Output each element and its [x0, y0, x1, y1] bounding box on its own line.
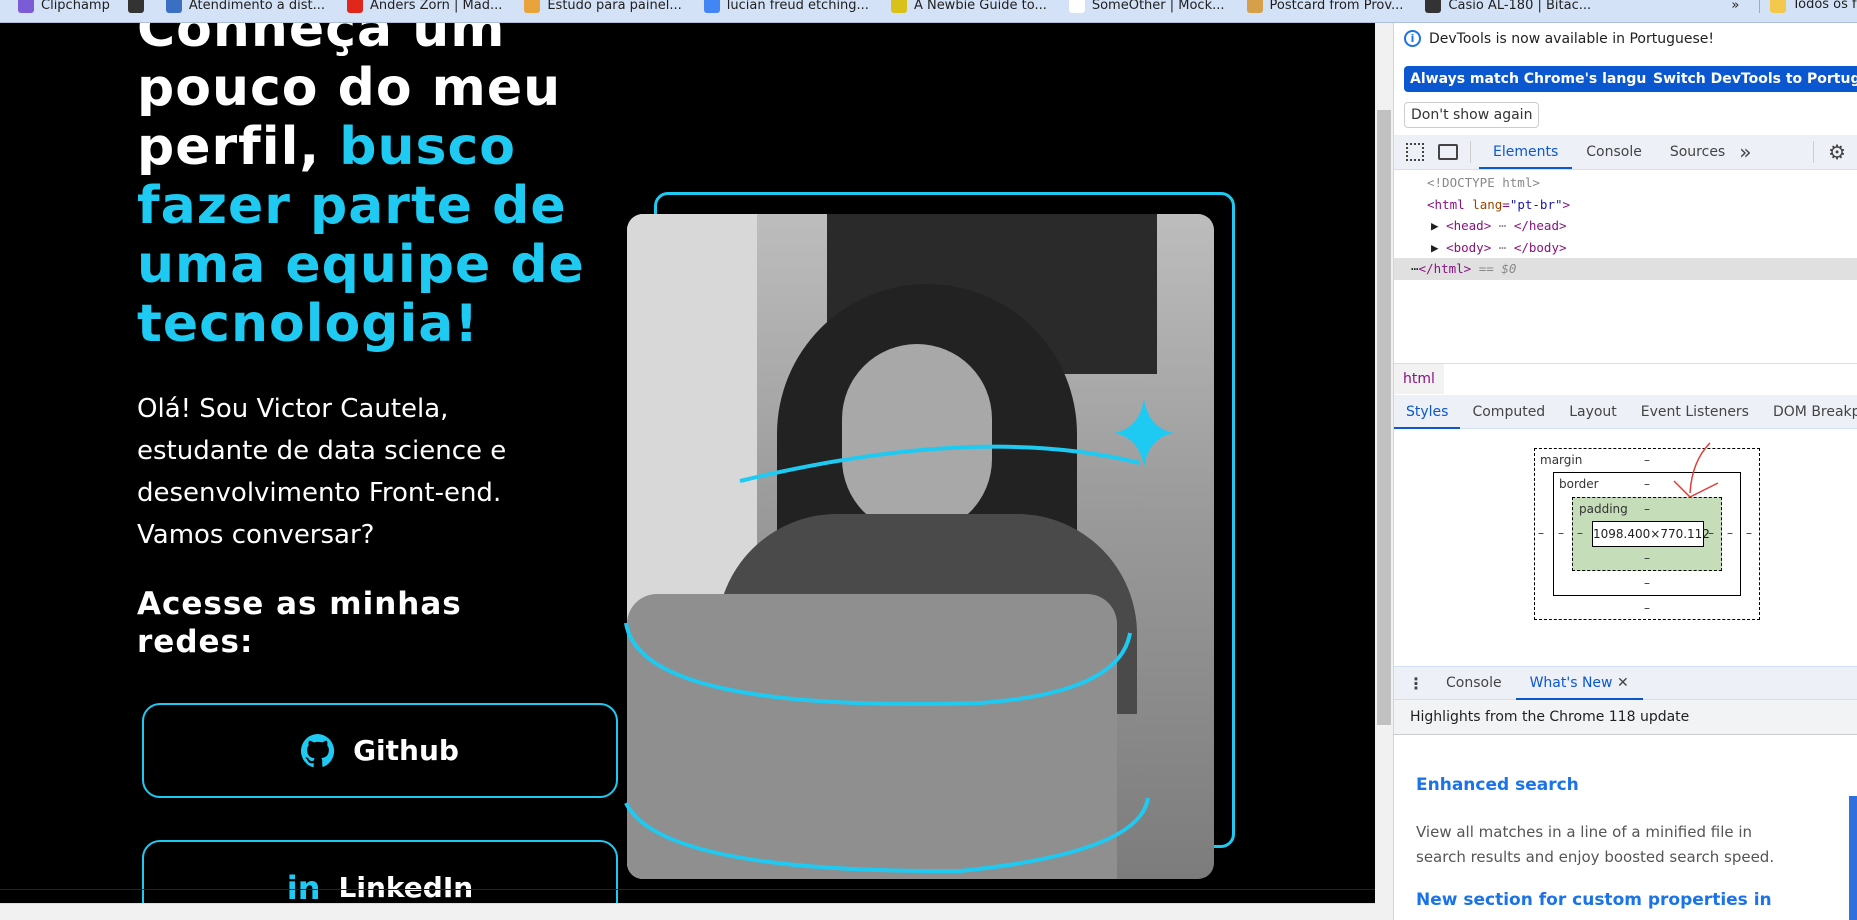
heading-highlight: busco [339, 117, 517, 177]
heading-highlight: fazer parte de [137, 176, 567, 236]
heading-highlight: tecnologia! [137, 294, 480, 354]
drawer-tab-whats-new[interactable]: What's New ✕ [1515, 666, 1643, 700]
red-arrow-annotation [1673, 442, 1719, 498]
box-model-content-size[interactable]: 1098.400×770.112 [1592, 521, 1710, 547]
tab-styles[interactable]: Styles [1394, 395, 1461, 429]
padding-label: padding [1579, 502, 1628, 516]
drawer-menu-icon[interactable]: ⋮ [1408, 674, 1424, 693]
bookmark-item[interactable]: Casio AL-180 | Bitac... [1425, 0, 1591, 13]
dom-doctype: <!DOCTYPE html> [1427, 175, 1540, 190]
device-toolbar-icon[interactable] [1438, 144, 1458, 160]
margin-left-value: – [1538, 526, 1544, 540]
bookmark-item[interactable]: Atendimento a dist... [165, 0, 325, 13]
bookmark-favicon-icon [127, 0, 144, 13]
bookmark-item[interactable]: Estudo para painel... [524, 0, 682, 13]
bookmark-favicon-icon [1246, 0, 1263, 13]
heading-line: pouco do meu [137, 58, 562, 118]
bookmark-favicon-icon [165, 0, 182, 13]
border-label: border [1559, 477, 1599, 491]
tab-layout[interactable]: Layout [1557, 395, 1629, 429]
bookmark-item[interactable]: Clipchamp [18, 0, 110, 13]
margin-label: margin [1540, 453, 1583, 467]
highlights-header: Highlights from the Chrome 118 update [1394, 700, 1857, 735]
tab-sources[interactable]: Sources [1656, 135, 1739, 169]
breadcrumb-html[interactable]: html [1394, 364, 1444, 394]
heading-highlight: uma equipe de [137, 235, 585, 295]
info-icon: i [1404, 30, 1421, 47]
drawer-tab-console[interactable]: Console [1432, 666, 1516, 700]
devtools-panel: i DevTools is now available in Portugues… [1393, 23, 1857, 920]
bookmark-item[interactable] [127, 0, 144, 13]
dom-node-html[interactable]: <html lang="pt-br"> [1394, 194, 1857, 216]
bookmark-item[interactable]: A Newbie Guide to... [890, 0, 1047, 13]
linkedin-icon: in [286, 868, 321, 904]
github-label: Github [353, 734, 459, 767]
bookmark-favicon-icon [524, 0, 541, 13]
margin-bottom-value: – [1644, 601, 1650, 615]
tab-console[interactable]: Console [1572, 135, 1656, 169]
border-top-value: – [1644, 477, 1650, 491]
padding-right-value: – [1708, 526, 1714, 540]
bookmark-favicon-icon [347, 0, 364, 13]
bookmark-item[interactable]: Anders Zorn | Mad... [347, 0, 502, 13]
tab-event-listeners[interactable]: Event Listeners [1629, 395, 1761, 429]
news-image [1849, 796, 1857, 920]
dom-node-body[interactable]: ▶ <body> ⋯ </body> [1394, 237, 1857, 259]
padding-left-value: – [1577, 526, 1583, 540]
news-body: View all matches in a line of a minified… [1416, 823, 1775, 866]
bookmark-folder[interactable]: Todos os fa... [1759, 0, 1857, 13]
linkedin-label: LinkedIn [338, 871, 474, 903]
horizontal-scrollbar[interactable] [0, 903, 1375, 920]
bookmark-favicon-icon [890, 0, 907, 13]
padding-bottom-value: – [1644, 551, 1650, 565]
dom-node-html-close[interactable]: ⋯</html> == $0 [1394, 258, 1857, 280]
intro-text: Olá! Sou Victor Cautela, estudante de da… [137, 394, 507, 550]
github-button[interactable]: Github [142, 703, 618, 798]
always-match-language-button[interactable]: Always match Chrome's language [1404, 66, 1682, 92]
bookmarks-more[interactable]: » [1731, 0, 1739, 13]
page-scrollbar-thumb[interactable] [1377, 110, 1391, 725]
linkedin-button[interactable]: in LinkedIn [142, 840, 618, 903]
more-tabs-icon[interactable]: » [1739, 140, 1751, 164]
heading-line: perfil, [137, 117, 321, 177]
socials-title: Acesse as minhas redes: [137, 586, 462, 660]
heading-line: Conheça um [137, 23, 506, 59]
bookmark-favicon-icon [1425, 0, 1442, 13]
inspect-element-icon[interactable] [1406, 143, 1424, 161]
news-title[interactable]: Enhanced search [1416, 775, 1579, 795]
decorative-arcs [624, 398, 1174, 874]
github-icon [301, 733, 335, 767]
border-left-value: – [1558, 526, 1564, 540]
padding-top-value: – [1644, 502, 1650, 516]
bookmark-item[interactable]: SomeOther | Mock... [1068, 0, 1225, 13]
bookmark-favicon-icon [18, 0, 34, 13]
bookmark-favicon-icon [703, 0, 720, 13]
webpage-viewport: Conheça um pouco do meu perfil, busco fa… [0, 23, 1375, 903]
tab-elements[interactable]: Elements [1479, 135, 1573, 169]
dont-show-again-button[interactable]: Don't show again [1404, 102, 1540, 128]
folder-icon [1770, 0, 1787, 13]
dom-tree: <!DOCTYPE html> <html lang="pt-br"> ▶ <h… [1394, 172, 1857, 280]
tab-computed[interactable]: Computed [1460, 395, 1557, 429]
tab-dom-breakpoints[interactable]: DOM Breakpoints [1761, 395, 1857, 429]
bookmark-item[interactable]: Postcard from Prov... [1246, 0, 1403, 13]
switch-to-portuguese-button[interactable]: Switch DevTools to Portuguese [1647, 66, 1857, 92]
bookmark-item[interactable]: lucian freud etching... [703, 0, 869, 13]
border-bottom-value: – [1644, 576, 1650, 590]
margin-right-value: – [1746, 526, 1752, 540]
dom-node-head[interactable]: ▶ <head> ⋯ </head> [1394, 215, 1857, 237]
margin-top-value: – [1644, 453, 1650, 467]
settings-gear-icon[interactable]: ⚙ [1828, 140, 1846, 164]
news-title[interactable]: New section for custom properties in [1416, 890, 1772, 910]
bookmark-favicon-icon [1068, 0, 1085, 13]
close-icon[interactable]: ✕ [1617, 675, 1629, 691]
bookmarks-bar: Clipchamp Atendimento a dist... Anders Zor… [0, 0, 1857, 23]
border-right-value: – [1727, 526, 1733, 540]
language-infobar: DevTools is now available in Portuguese! [1429, 30, 1714, 47]
